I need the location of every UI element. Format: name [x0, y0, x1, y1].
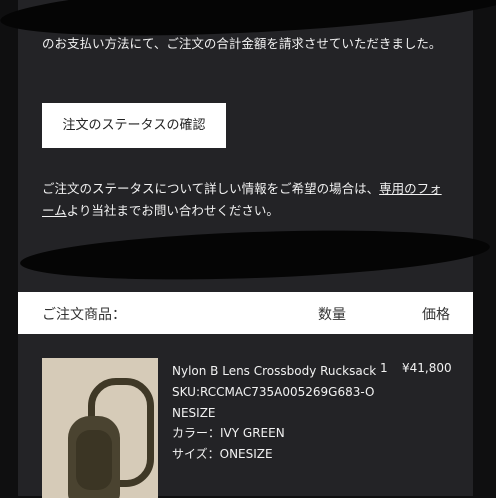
contact-message-text: ご注文のステータスについて詳しい情報をご希望の場合は、 — [42, 181, 380, 196]
bag-quilting — [76, 430, 112, 490]
payment-message: のお支払い方法にて、ご注文の合計金額を請求させていただきました。 — [42, 36, 442, 51]
product-details: Nylon B Lens Crossbody Rucksack SKU:RCCM… — [172, 361, 382, 465]
order-items-header: ご注文商品： 数量 価格 — [18, 292, 473, 334]
contact-message-text-end: より当社までお問い合わせください。 — [66, 203, 279, 218]
price-column-header: 価格 — [422, 307, 450, 323]
check-order-status-button[interactable]: 注文のステータスの確認 — [42, 103, 226, 148]
contact-message: ご注文のステータスについて詳しい情報をご希望の場合は、専用のフォームより当社まで… — [42, 178, 447, 222]
product-price: ¥41,800 — [402, 361, 452, 375]
order-items-title: ご注文商品： — [42, 307, 126, 323]
product-color: カラー：IVY GREEN — [172, 426, 285, 441]
product-name[interactable]: Nylon B Lens Crossbody Rucksack — [172, 361, 382, 382]
quantity-column-header: 数量 — [318, 307, 346, 323]
product-size: サイズ：ONESIZE — [172, 447, 273, 462]
product-sku: SKU:RCCMAC735A005269G683-ONESIZE — [172, 384, 375, 420]
product-quantity: 1 — [380, 361, 388, 375]
product-image[interactable] — [42, 358, 158, 498]
